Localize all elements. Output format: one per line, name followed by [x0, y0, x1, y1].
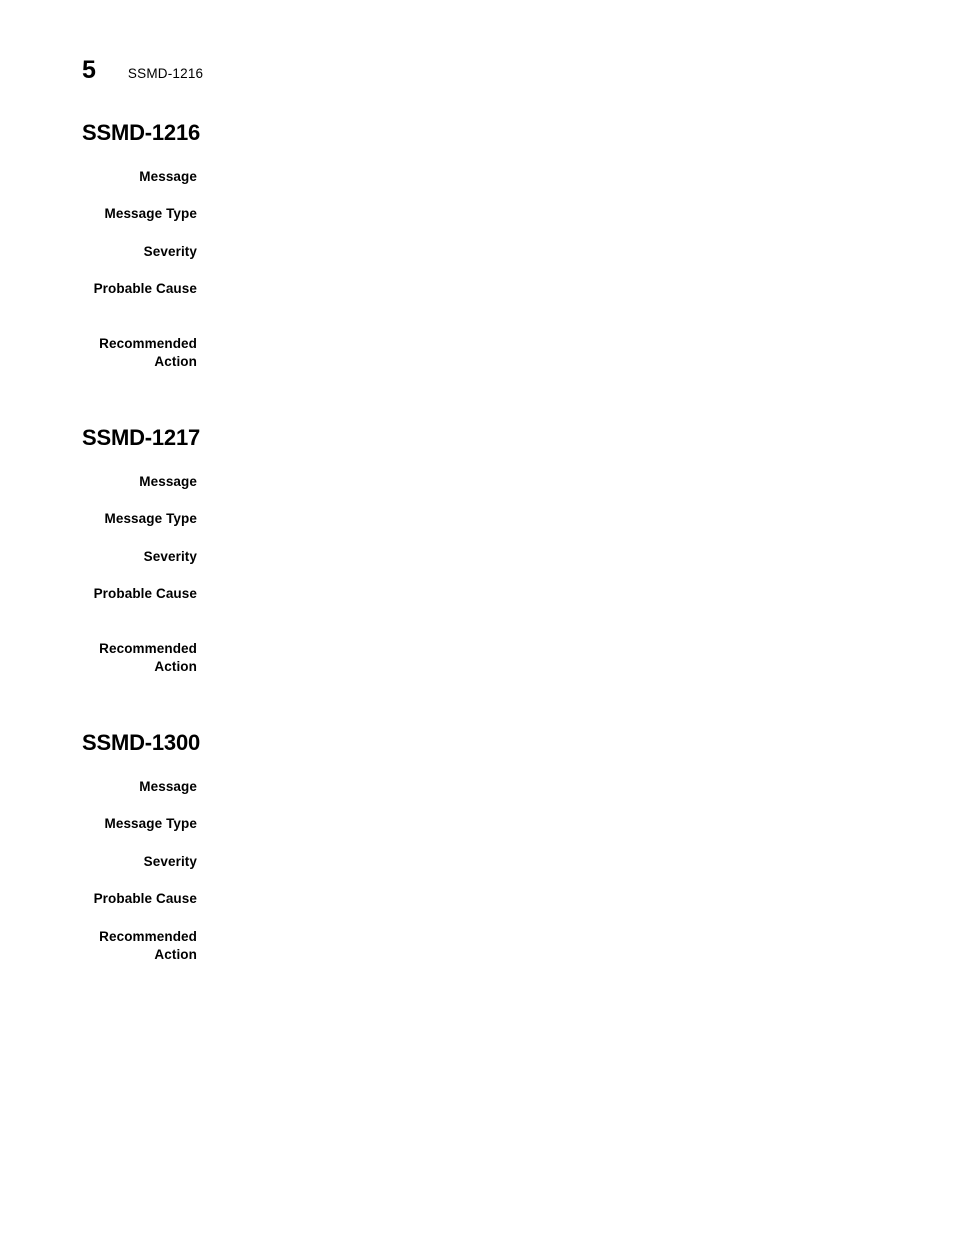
field-row-probable-cause: Probable Cause [0, 280, 954, 299]
section-ssmd-1216: SSMD-1216 Message Message Type Severity [0, 120, 954, 372]
field-row-message-type: Message Type [0, 815, 954, 834]
field-value [197, 640, 954, 641]
section-heading: SSMD-1300 [82, 729, 201, 755]
field-row-message: Message [0, 168, 954, 187]
field-value [197, 335, 954, 336]
field-label: Message Type [104, 511, 197, 527]
section-ssmd-1300: SSMD-1300 Message Message Type Severity [0, 730, 954, 965]
field-label: Recommended Action [99, 640, 197, 675]
field-row-severity: Severity [0, 243, 954, 262]
field-label: Severity [143, 853, 197, 869]
field-row-probable-cause: Probable Cause [0, 890, 954, 909]
field-value [197, 815, 954, 816]
section-ssmd-1217: SSMD-1217 Message Message Type Severity [0, 425, 954, 677]
field-value [197, 585, 954, 586]
definition-list: Message Message Type Severity Probable C… [0, 168, 954, 372]
field-value [197, 548, 954, 549]
field-label: Message [139, 473, 197, 489]
field-row-recommended-action: Recommended Action [0, 640, 954, 677]
field-value [197, 168, 954, 169]
field-row-message-type: Message Type [0, 510, 954, 529]
document-page: 5 SSMD-1216 SSMD-1216 Message Message Ty… [0, 0, 954, 1235]
field-label: Severity [143, 243, 197, 259]
definition-list: Message Message Type Severity Probable C… [0, 473, 954, 677]
chapter-number: 5 [82, 56, 96, 84]
field-value [197, 280, 954, 281]
field-row-message: Message [0, 473, 954, 492]
field-row-recommended-action: Recommended Action [0, 928, 954, 965]
section-heading: SSMD-1216 [82, 120, 201, 145]
field-row-message: Message [0, 778, 954, 797]
running-header: 5 SSMD-1216 [82, 58, 203, 83]
field-row-message-type: Message Type [0, 205, 954, 224]
field-value [197, 853, 954, 854]
field-value [197, 928, 954, 929]
field-label: Severity [143, 548, 197, 564]
field-label: Recommended Action [99, 335, 197, 370]
field-label: Recommended Action [99, 928, 197, 963]
section-heading: SSMD-1217 [82, 424, 201, 450]
field-value [197, 205, 954, 206]
field-row-severity: Severity [0, 548, 954, 567]
page-content: SSMD-1216 Message Message Type Severity [0, 120, 954, 965]
field-row-severity: Severity [0, 853, 954, 872]
field-label: Message [139, 778, 197, 794]
field-label: Message Type [104, 816, 197, 832]
field-label: Probable Cause [93, 891, 197, 907]
field-value [197, 890, 954, 891]
field-value [197, 510, 954, 511]
running-header-title: SSMD-1216 [127, 66, 204, 81]
field-value [197, 473, 954, 474]
field-row-probable-cause: Probable Cause [0, 585, 954, 604]
field-value [197, 243, 954, 244]
field-label: Probable Cause [93, 281, 197, 297]
field-label: Probable Cause [93, 586, 197, 602]
field-value [197, 778, 954, 779]
field-label: Message Type [104, 206, 197, 222]
field-label: Message [139, 168, 197, 184]
field-row-recommended-action: Recommended Action [0, 335, 954, 372]
definition-list: Message Message Type Severity Probable C… [0, 778, 954, 965]
